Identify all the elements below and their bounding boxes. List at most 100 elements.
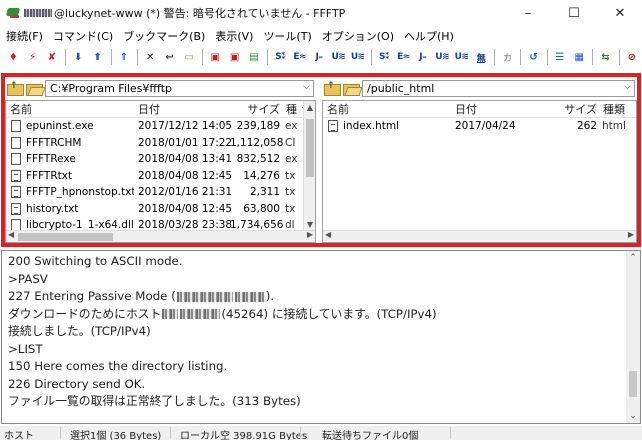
- remote-list-header: 名前 日付 サイズ 種類: [323, 101, 636, 118]
- log-vertical-scrollbar[interactable]: ⌃ ⌄: [626, 251, 640, 423]
- col-header-size[interactable]: サイズ: [547, 101, 599, 117]
- copy-mode-icon[interactable]: ▤: [245, 48, 263, 66]
- local-parent-folder-icon[interactable]: [7, 81, 24, 96]
- menu-connect[interactable]: 接続(F): [6, 28, 43, 44]
- disconnect-icon[interactable]: ✘: [43, 48, 61, 66]
- menu-view[interactable]: 表示(V): [215, 28, 253, 44]
- close-button[interactable]: ✕: [598, 0, 642, 26]
- scroll-up-arrow-icon[interactable]: ▲: [304, 103, 315, 112]
- euc-remote-button[interactable]: E≈: [394, 48, 412, 66]
- status-transfer-queue: 転送待ちファイル0個: [322, 431, 419, 440]
- status-local-free: ローカル空 398.91G Bytes: [180, 431, 308, 440]
- redacted-address: [176, 291, 233, 302]
- toolbar: ♦ ⚡ ✘ ⬇ ⬆ ⇑ ✕ ↩ ▭ ▣ ▣ ▤ S⁑ E≈ J₌ U≋ U≋ S…: [0, 46, 642, 68]
- local-open-folder-icon[interactable]: [26, 82, 43, 96]
- scroll-thumb[interactable]: [306, 119, 314, 177]
- local-horizontal-scrollbar[interactable]: ◀ ▶: [6, 230, 315, 242]
- menu-bookmark[interactable]: ブックマーク(B): [123, 28, 205, 44]
- jis-kanji-button[interactable]: J₌: [310, 48, 328, 66]
- col-header-date[interactable]: 日付: [134, 101, 230, 117]
- list-item[interactable]: FFFTRtxt 2018/04/08 12:45 14,276 tx: [6, 168, 315, 185]
- utf8bom-remote-button[interactable]: U≋: [452, 48, 470, 66]
- scroll-down-arrow-icon[interactable]: ▼: [304, 220, 315, 229]
- remote-open-folder-icon[interactable]: [343, 82, 360, 96]
- scroll-thumb[interactable]: [629, 371, 637, 397]
- file-icon: [11, 136, 21, 149]
- sync-folder-icon[interactable]: ⇆: [596, 48, 614, 66]
- list-item[interactable]: history.txt 2018/04/08 12:45 63,800 tx: [6, 201, 315, 218]
- scroll-left-arrow-icon[interactable]: ◀: [8, 230, 14, 239]
- euc-kanji-button[interactable]: E≈: [290, 48, 308, 66]
- scroll-thumb[interactable]: [18, 233, 113, 241]
- no-conversion-button[interactable]: 無: [472, 48, 490, 66]
- maximize-button[interactable]: ☐: [552, 0, 596, 26]
- local-mode-icon[interactable]: ▣: [206, 48, 224, 66]
- sjis-kanji-button[interactable]: S⁑: [271, 48, 289, 66]
- scroll-right-arrow-icon[interactable]: ▶: [307, 230, 313, 239]
- remote-path-combo[interactable]: /public_html ⌵: [362, 79, 635, 97]
- col-header-date[interactable]: 日付: [451, 101, 547, 117]
- detail-view-icon[interactable]: ▦: [570, 48, 588, 66]
- remote-file-list[interactable]: 名前 日付 サイズ 種類 index.html 2017/04/24 262 h…: [322, 100, 637, 243]
- download-icon[interactable]: ⬇: [69, 48, 87, 66]
- title-bar: @luckynet-www (*) 警告: 暗号化されていません - FFFTP…: [0, 0, 642, 26]
- local-path-combo[interactable]: C:¥Program Files¥ffftp ⌵: [45, 79, 314, 97]
- file-icon: [11, 153, 21, 166]
- file-size: 832,512: [236, 153, 280, 166]
- scroll-left-arrow-icon[interactable]: ◀: [325, 230, 331, 239]
- connect-icon[interactable]: ♦: [4, 48, 22, 66]
- local-pane: C:¥Program Files¥ffftp ⌵ 名前 日付 サイズ 種 ^ e…: [5, 77, 316, 243]
- utf8bom-kanji-button[interactable]: U≋: [349, 48, 367, 66]
- list-view-icon[interactable]: ☰: [551, 48, 569, 66]
- col-header-type[interactable]: 種類: [599, 101, 635, 117]
- minimize-button[interactable]: –: [506, 0, 550, 26]
- log-panel[interactable]: 200 Switching to ASCII mode. >PASV 227 E…: [1, 250, 641, 424]
- file-type: CI: [285, 136, 296, 149]
- remote-parent-folder-icon[interactable]: [324, 81, 341, 96]
- scroll-down-arrow-icon[interactable]: ⌄: [626, 411, 640, 421]
- upload-icon[interactable]: ⬆: [88, 48, 106, 66]
- remote-horizontal-scrollbar[interactable]: ◀ ▶: [323, 230, 636, 242]
- file-size: 262: [576, 120, 597, 133]
- list-item[interactable]: FFFTRCHM 2018/01/01 17:22 1,112,058 CI: [6, 135, 315, 152]
- ffftp-app-icon: [6, 6, 22, 20]
- chevron-down-icon[interactable]: ⌵: [624, 82, 631, 92]
- kana-convert-button[interactable]: カ: [498, 48, 516, 66]
- utf8-kanji-button[interactable]: U≋: [329, 48, 347, 66]
- col-header-name[interactable]: 名前: [6, 101, 134, 117]
- new-folder-icon[interactable]: ▭: [180, 48, 198, 66]
- list-item[interactable]: epuninst.exe 2017/12/12 14:05 239,189 ex: [6, 118, 315, 135]
- local-file-list[interactable]: 名前 日付 サイズ 種 ^ epuninst.exe 2017/12/12 14…: [5, 100, 316, 243]
- col-header-size[interactable]: サイズ: [230, 101, 282, 117]
- sjis-remote-button[interactable]: S⁑: [375, 48, 393, 66]
- refresh-icon[interactable]: ↺: [524, 48, 542, 66]
- col-header-type[interactable]: 種 ^: [282, 101, 310, 117]
- text-file-icon: [11, 202, 21, 215]
- chevron-down-icon[interactable]: ⌵: [303, 82, 310, 92]
- utf8-remote-button[interactable]: U≋: [433, 48, 451, 66]
- local-vertical-scrollbar[interactable]: ▲ ▼: [303, 101, 315, 230]
- log-line: >LIST: [8, 341, 43, 356]
- stop-icon[interactable]: ⊘: [623, 48, 641, 66]
- toolbar-divider: [494, 49, 496, 65]
- mirror-upload-icon[interactable]: ⇑: [115, 48, 133, 66]
- menu-command[interactable]: コマンド(C): [53, 28, 113, 44]
- file-type: html: [602, 120, 626, 133]
- redacted-host-name: [24, 9, 52, 17]
- scroll-right-arrow-icon[interactable]: ▶: [628, 230, 634, 239]
- remote-mode-icon[interactable]: ▣: [225, 48, 243, 66]
- menu-options[interactable]: オプション(O): [322, 28, 394, 44]
- delete-icon[interactable]: ✕: [141, 48, 159, 66]
- menu-tools[interactable]: ツール(T): [263, 28, 311, 44]
- list-item[interactable]: FFFTRexe 2018/04/08 13:41 832,512 ex: [6, 151, 315, 168]
- file-name: history.txt: [26, 202, 79, 215]
- rename-icon[interactable]: ↩: [160, 48, 178, 66]
- list-item[interactable]: index.html 2017/04/24 262 html: [323, 118, 636, 135]
- list-item[interactable]: FFFTP_hpnonstop.txt 2012/01/16 21:31 2,3…: [6, 184, 315, 201]
- menu-help[interactable]: ヘルプ(H): [404, 28, 454, 44]
- col-header-name[interactable]: 名前: [323, 101, 451, 117]
- scroll-up-arrow-icon[interactable]: ⌃: [626, 253, 640, 263]
- quick-connect-icon[interactable]: ⚡: [23, 48, 41, 66]
- jis-remote-button[interactable]: J₌: [414, 48, 432, 66]
- log-line: ダウンロードのためにホスト (45264) に接続しています。(TCP/IPv4): [8, 306, 624, 324]
